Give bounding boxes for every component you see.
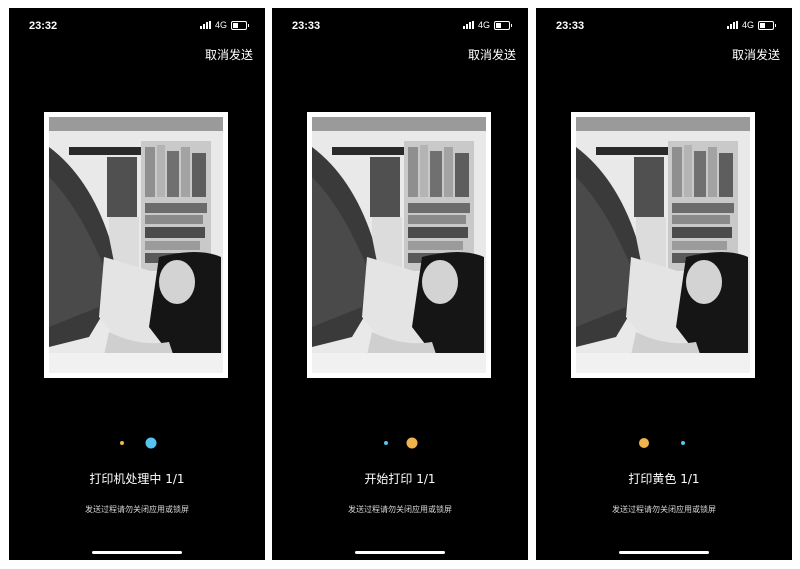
signal-icon — [462, 21, 474, 29]
print-preview — [571, 112, 755, 378]
status-bar-icons: 4G — [726, 20, 776, 30]
hint-label: 发送过程请勿关闭应用或锁屏 — [612, 505, 716, 514]
network-type: 4G — [741, 20, 754, 30]
home-indicator[interactable] — [355, 551, 445, 554]
status-time: 23:33 — [292, 20, 321, 32]
print-status-label: 打印机处理中 1/1 — [89, 472, 185, 486]
network-type: 4G — [477, 20, 490, 30]
progress-dots — [536, 436, 792, 450]
photo-image — [576, 117, 750, 373]
print-status-label: 打印黄色 1/1 — [628, 472, 700, 486]
hint-label: 发送过程请勿关闭应用或锁屏 — [348, 505, 452, 514]
home-indicator[interactable] — [92, 551, 182, 554]
progress-dot-small — [681, 441, 685, 445]
phone-screen-1: 23:32 4G 取消发送 打印机处理中 1/1 发送过程请勿关闭应用或锁屏 — [9, 8, 265, 560]
progress-dot-large — [639, 438, 649, 448]
battery-icon — [494, 20, 512, 30]
photo-image — [49, 117, 223, 373]
print-status-label: 开始打印 1/1 — [364, 472, 436, 486]
battery-icon — [231, 20, 249, 30]
progress-dot-large — [145, 437, 157, 449]
phone-screen-2: 23:33 4G 取消发送 开始打印 1/1 发送过程请勿关闭应用或锁屏 — [272, 8, 528, 560]
phone-screen-3: 23:33 4G 取消发送 打印黄色 1/1 发送过程请勿关闭应用或锁屏 — [536, 8, 792, 560]
hint-label: 发送过程请勿关闭应用或锁屏 — [85, 505, 189, 514]
cancel-send-button[interactable]: 取消发送 — [468, 46, 516, 63]
home-indicator[interactable] — [619, 551, 709, 554]
status-bar-icons: 4G — [462, 20, 512, 30]
network-type: 4G — [214, 20, 227, 30]
battery-icon — [758, 20, 776, 30]
status-time: 23:33 — [556, 20, 585, 32]
status-bar-icons: 4G — [199, 20, 249, 30]
progress-dot-small — [120, 441, 124, 445]
progress-dots — [9, 436, 265, 450]
print-preview — [307, 112, 491, 378]
status-time: 23:32 — [29, 20, 58, 32]
progress-dots — [272, 436, 528, 450]
cancel-send-button[interactable]: 取消发送 — [205, 46, 253, 63]
photo-image — [312, 117, 486, 373]
progress-dot-small — [384, 441, 388, 445]
cancel-send-button[interactable]: 取消发送 — [732, 46, 780, 63]
progress-dot-large — [406, 437, 418, 449]
print-preview — [44, 112, 228, 378]
signal-icon — [726, 21, 738, 29]
signal-icon — [199, 21, 211, 29]
